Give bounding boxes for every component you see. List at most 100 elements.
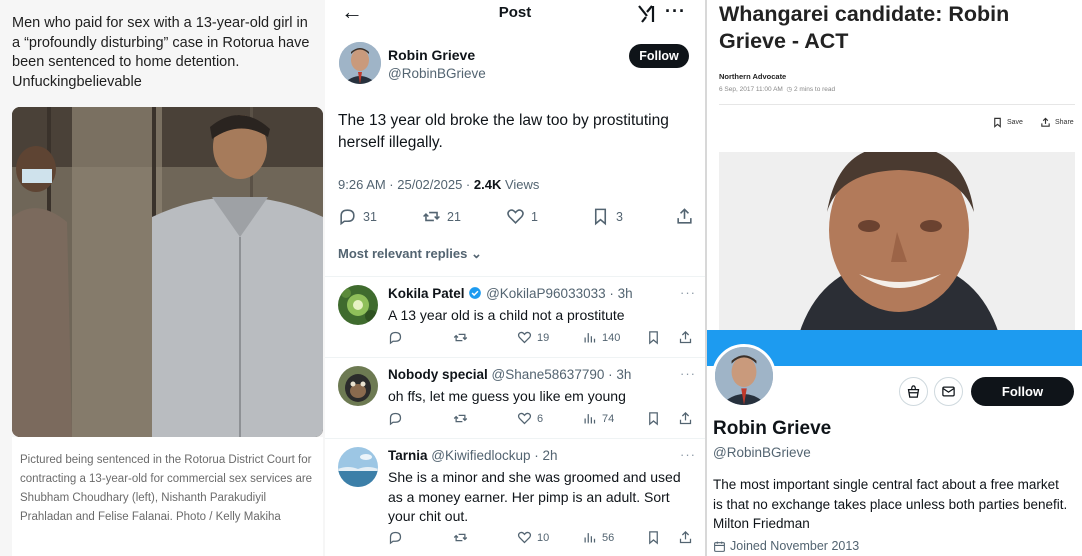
like-action[interactable]: 10 [517,530,549,545]
post-timestamp: 9:26 AM · 25/02/2025 · [338,177,474,192]
reply-view-count: 140 [602,331,621,344]
repost-icon [453,414,468,423]
save-button[interactable]: Save [992,117,1023,128]
repost-count: 21 [447,209,461,224]
more-options-icon[interactable]: ··· [680,285,696,300]
reply-avatar[interactable] [338,366,378,406]
reply-view-count: 74 [602,412,615,425]
share-icon [679,530,692,544]
author-avatar[interactable] [339,42,381,84]
reply-action[interactable] [388,411,408,426]
bookmark-icon [649,531,658,545]
reply-author-name[interactable]: Nobody special [388,367,488,382]
headline: Men who paid for sex with a 13-year-old … [12,15,310,70]
views-action[interactable]: 56 [582,530,614,545]
more-options-icon[interactable]: ··· [680,366,696,381]
reply-actions: 19 140 [388,330,698,346]
commentary: Unfuckingbelievable [12,73,142,90]
bookmark-icon [994,117,1001,128]
message-button[interactable] [934,377,963,406]
reply-icon [340,209,355,226]
profile-name: Robin Grieve [713,418,832,439]
post-actions: 31 21 1 3 [338,207,698,227]
reply-handle-time: @KokilaP96033033 · 3h [486,286,633,301]
calendar-icon [714,541,725,552]
share-action[interactable] [678,411,698,426]
reply-author-name[interactable]: Kokila Patel [388,286,465,301]
reply-like-count: 19 [537,331,550,344]
author-handle[interactable]: @RobinBGrieve [388,66,486,81]
more-options-icon[interactable]: ··· [665,1,686,22]
post-meta: 9:26 AM · 25/02/2025 · 2.4K Views [338,177,539,192]
share-action[interactable] [678,330,698,345]
reply-avatar[interactable] [338,447,378,487]
like-count: 1 [531,209,538,224]
reply-header: Nobody special @Shane58637790 · 3h [388,367,631,382]
reply-action[interactable] [388,530,408,545]
reply-item[interactable]: Tarnia @Kiwifiedlockup · 2h ··· She is a… [325,439,705,556]
reply-handle-time: @Shane58637790 · 3h [491,367,632,382]
analytics-icon [584,333,596,343]
share-action[interactable] [675,207,700,226]
share-action[interactable] [678,530,698,545]
follow-button[interactable]: Follow [629,44,689,68]
bookmark-count: 3 [616,209,623,224]
envelope-icon [942,386,955,397]
publish-date: 6 Sep, 2017 11:00 AM [719,86,783,93]
like-action[interactable]: 1 [506,207,538,226]
chevron-down-icon: ⌄ [470,246,482,261]
more-options-icon[interactable]: ··· [680,447,696,462]
reply-header: Tarnia @Kiwifiedlockup · 2h [388,448,558,463]
views-label: Views [501,177,540,192]
sort-replies-dropdown[interactable]: Most relevant replies ⌄ [338,246,482,262]
reply-item[interactable]: Nobody special @Shane58637790 · 3h ··· o… [325,358,705,438]
repost-action[interactable] [453,411,473,426]
reply-item[interactable]: Kokila Patel @KokilaP96033033 · 3h ··· A… [325,277,705,357]
bookmark-action[interactable] [646,330,666,345]
like-action[interactable]: 19 [517,330,549,345]
repost-action[interactable] [453,330,473,345]
profile-joined: Joined November 2013 [713,539,859,553]
reply-author-name[interactable]: Tarnia [388,448,428,463]
views-action[interactable]: 74 [582,411,614,426]
post-text: The 13 year old broke the law too by pro… [338,112,669,151]
profile-avatar[interactable] [712,344,776,408]
bookmark-action[interactable] [646,411,666,426]
reply-icon [389,531,402,545]
author-name[interactable]: Robin Grieve [388,47,475,63]
profile-bio: The most important single central fact a… [713,477,1068,531]
repost-action[interactable]: 21 [422,207,461,226]
bookmark-icon [649,412,658,426]
like-action[interactable]: 6 [517,411,543,426]
bookmark-action[interactable]: 3 [591,207,623,226]
bookmark-action[interactable] [646,530,666,545]
share-button[interactable]: Share [1040,117,1074,128]
reply-text: She is a minor and she was groomed and u… [388,469,681,524]
reply-avatar[interactable] [338,285,378,325]
publication-name: Northern Advocate [719,72,787,81]
reply-view-count: 56 [602,531,615,544]
views-action[interactable]: 140 [582,330,620,345]
repost-action[interactable] [453,530,473,545]
reply-like-count: 10 [537,531,550,544]
article-title: Whangarei candidate: Robin Grieve - ACT [719,2,1010,53]
reply-action[interactable] [388,330,408,345]
reply-icon [389,331,402,345]
x-post-panel: ← Post ··· Robin Grieve @RobinBGrieve Fo… [325,0,705,556]
subscribe-button[interactable] [899,377,928,406]
candidate-profile-panel: Whangarei candidate: Robin Grieve - ACT … [707,0,1082,556]
profile-handle: @RobinBGrieve [713,445,811,460]
heart-icon [517,531,532,544]
heart-icon [507,209,524,224]
reply-like-count: 6 [537,412,544,425]
views-count: 2.4K [473,177,502,192]
reply-handle-time: @Kiwifiedlockup · 2h [431,448,558,463]
bookmark-icon [649,331,658,345]
reply-actions: 6 74 [388,411,698,427]
reply-action[interactable]: 31 [338,207,377,226]
x-profile-card: Follow Robin Grieve @RobinBGrieve The mo… [707,330,1082,556]
grok-icon[interactable] [636,3,658,25]
follow-button[interactable]: Follow [971,377,1074,406]
analytics-icon [584,414,596,424]
share-icon [1041,117,1050,127]
